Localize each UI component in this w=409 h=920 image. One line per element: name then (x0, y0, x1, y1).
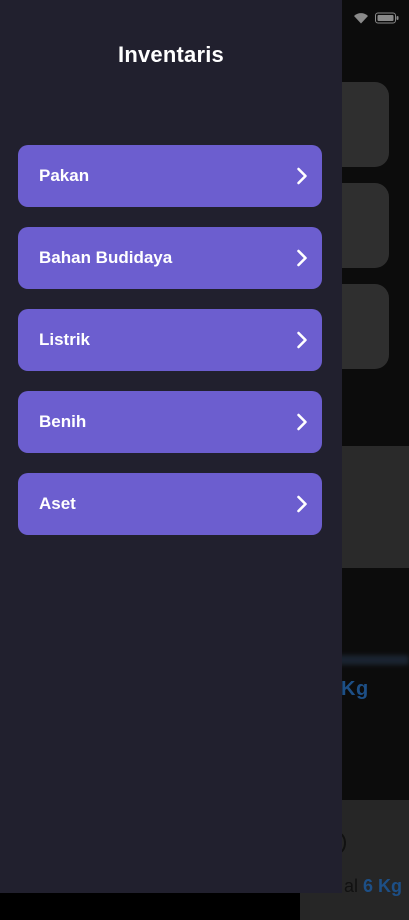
drawer-title: Inventaris (118, 42, 224, 67)
menu-item-bahan-budidaya[interactable]: Bahan Budidaya (18, 227, 322, 289)
menu-item-label: Aset (39, 494, 76, 513)
chevron-right-icon (296, 249, 308, 267)
menu-item-listrik[interactable]: Listrik (18, 309, 322, 371)
menu-item-label: Benih (39, 412, 87, 431)
background-bottom-text: al 6 Kg (344, 876, 402, 897)
navigation-drawer: Inventaris Pakan Bahan Budidaya Listrik … (0, 0, 342, 893)
menu-item-label: Bahan Budidaya (39, 248, 173, 267)
chevron-right-icon (296, 495, 308, 513)
chevron-right-icon (296, 413, 308, 431)
menu-item-aset[interactable]: Aset (18, 473, 322, 535)
menu-item-label: Listrik (39, 330, 91, 349)
menu-item-pakan[interactable]: Pakan (18, 145, 322, 207)
chevron-right-icon (296, 167, 308, 185)
background-value: Kg (341, 678, 369, 700)
wifi-icon (353, 12, 369, 24)
battery-icon (375, 12, 399, 24)
background-bottom-value: 6 Kg (363, 876, 403, 896)
background-bottom-prefix: al (344, 876, 359, 896)
background-caption (335, 655, 409, 665)
menu-item-label: Pakan (39, 166, 90, 185)
status-bar-icons (353, 12, 399, 24)
menu-item-benih[interactable]: Benih (18, 391, 322, 453)
chevron-right-icon (296, 331, 308, 349)
